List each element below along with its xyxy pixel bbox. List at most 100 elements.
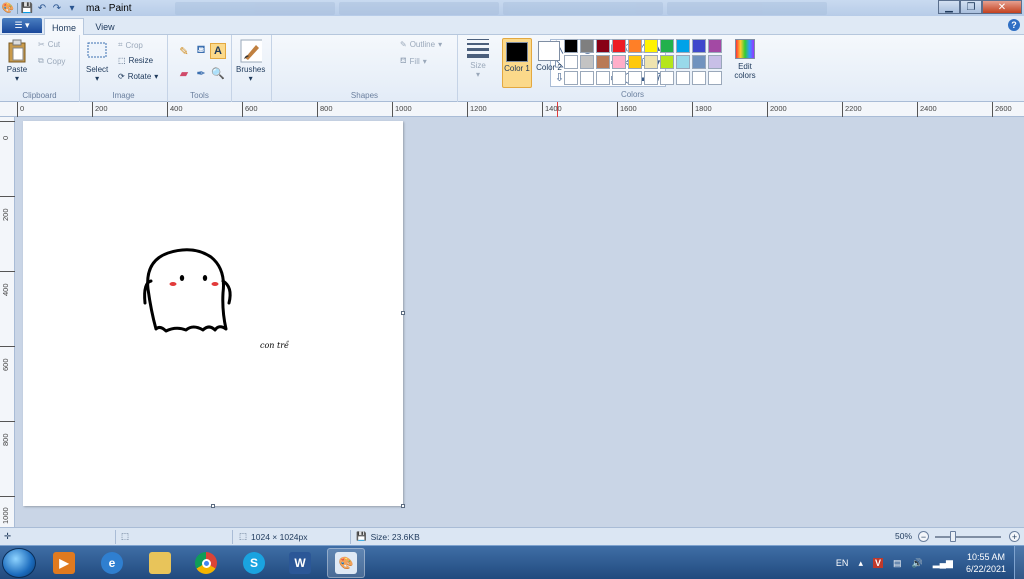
palette-color-swatch[interactable] — [676, 71, 690, 85]
palette-color-swatch[interactable] — [596, 55, 610, 69]
antivirus-icon[interactable]: V — [872, 558, 883, 568]
start-button[interactable] — [2, 548, 36, 578]
palette-color-swatch[interactable] — [564, 39, 578, 53]
palette-color-swatch[interactable] — [660, 55, 674, 69]
color2-button[interactable]: Color 2 — [534, 38, 564, 88]
palette-color-swatch[interactable] — [628, 71, 642, 85]
zoom-in-icon[interactable]: + — [1009, 531, 1020, 542]
palette-color-swatch[interactable] — [676, 55, 690, 69]
palette-color-swatch[interactable] — [580, 71, 594, 85]
clock[interactable]: 10:55 AM 6/22/2021 — [966, 551, 1006, 575]
chevron-down-icon: ▾ — [154, 72, 159, 81]
palette-color-swatch[interactable] — [692, 55, 706, 69]
file-menu-button[interactable]: ☰ ▾ — [2, 18, 42, 33]
color-picker-icon[interactable]: ✒ — [193, 65, 209, 81]
palette-color-swatch[interactable] — [660, 39, 674, 53]
show-desktop-button[interactable] — [1014, 546, 1024, 579]
language-indicator[interactable]: EN — [836, 558, 849, 568]
maximize-button[interactable]: ❐ — [960, 0, 982, 14]
ruler-label: 800 — [1, 433, 10, 446]
palette-color-swatch[interactable] — [708, 71, 722, 85]
resize-handle-bottom[interactable] — [211, 504, 215, 508]
help-icon[interactable]: ? — [1008, 19, 1020, 31]
customize-qat-icon[interactable]: ▾ — [66, 2, 78, 14]
save-icon[interactable]: 💾 — [21, 2, 33, 14]
palette-color-swatch[interactable] — [708, 39, 722, 53]
pencil-icon[interactable]: ✎ — [176, 43, 192, 59]
outline-button[interactable]: ✎ Outline ▾ — [400, 40, 442, 49]
palette-color-swatch[interactable] — [644, 39, 658, 53]
close-button[interactable]: ✕ — [982, 0, 1022, 14]
resize-handle-right[interactable] — [401, 311, 405, 315]
palette-color-swatch[interactable] — [580, 39, 594, 53]
zoom-out-icon[interactable]: − — [918, 531, 929, 542]
edit-colors-button[interactable]: Edit colors — [730, 39, 760, 80]
drawing-canvas[interactable]: con trề — [23, 121, 405, 508]
palette-color-swatch[interactable] — [692, 39, 706, 53]
window-title: ma - Paint — [86, 2, 132, 14]
palette-color-swatch[interactable] — [612, 71, 626, 85]
palette-color-swatch[interactable] — [644, 71, 658, 85]
internet-explorer-icon: e — [101, 552, 123, 574]
undo-icon[interactable]: ↶ — [36, 2, 48, 14]
fill-bucket-icon[interactable]: ⛾ — [193, 43, 209, 59]
taskbar-word[interactable]: W — [281, 548, 319, 578]
signal-icon[interactable]: ▂▄▆ — [933, 558, 953, 569]
zoom-slider[interactable] — [935, 536, 1001, 538]
taskbar-media-player[interactable]: ▶ — [45, 548, 83, 578]
eraser-icon[interactable]: ▰ — [176, 65, 192, 81]
palette-color-swatch[interactable] — [628, 39, 642, 53]
window-controls: ▁ ❐ ✕ — [938, 0, 1022, 14]
taskbar-chrome[interactable] — [187, 548, 225, 578]
rotate-button[interactable]: ⟳ Rotate ▾ — [118, 72, 158, 81]
resize-handle-corner[interactable] — [401, 504, 405, 508]
resize-button[interactable]: ⬚ Resize — [118, 56, 153, 65]
palette-color-swatch[interactable] — [612, 55, 626, 69]
ruler-tick — [0, 346, 15, 347]
palette-color-swatch[interactable] — [596, 71, 610, 85]
crop-button[interactable]: ⌗ Crop — [118, 40, 143, 50]
tab-view[interactable]: View — [86, 18, 124, 36]
color1-button[interactable]: Color 1 — [502, 38, 532, 88]
media-player-icon: ▶ — [53, 552, 75, 574]
palette-color-swatch[interactable] — [580, 55, 594, 69]
clock-time: 10:55 AM — [966, 552, 1005, 562]
brushes-button[interactable]: Brushes ▾ — [236, 39, 265, 83]
network-icon[interactable]: ▤ — [893, 558, 902, 569]
redo-icon[interactable]: ↷ — [51, 2, 63, 14]
palette-color-swatch[interactable] — [660, 71, 674, 85]
palette-color-swatch[interactable] — [612, 39, 626, 53]
divider — [17, 2, 18, 14]
palette-color-swatch[interactable] — [692, 71, 706, 85]
fill-button[interactable]: ⛾ Fill ▾ — [400, 56, 427, 66]
palette-color-swatch[interactable] — [564, 71, 578, 85]
palette-color-swatch[interactable] — [628, 55, 642, 69]
show-hidden-icons-icon[interactable]: ▴ — [858, 558, 863, 569]
taskbar-internet-explorer[interactable]: e — [93, 548, 131, 578]
paste-icon — [6, 39, 28, 63]
taskbar-paint[interactable]: 🎨 — [327, 548, 365, 578]
paint-app-icon[interactable]: 🎨 — [2, 2, 14, 14]
palette-color-swatch[interactable] — [676, 39, 690, 53]
palette-color-swatch[interactable] — [596, 39, 610, 53]
text-tool-icon[interactable]: A — [210, 43, 226, 59]
ruler-tick — [0, 196, 15, 197]
clipboard-group: Paste ▾ ✂ Cut ⧉ Copy Clipboard — [0, 35, 80, 102]
magnifier-icon[interactable]: 🔍 — [210, 65, 226, 81]
size-button[interactable]: Size ▾ — [465, 39, 491, 85]
taskbar-skype[interactable]: S — [235, 548, 273, 578]
palette-color-swatch[interactable] — [564, 55, 578, 69]
taskbar-file-explorer[interactable] — [141, 548, 179, 578]
copy-button[interactable]: ⧉ Copy — [38, 56, 65, 66]
palette-color-swatch[interactable] — [708, 55, 722, 69]
minimize-button[interactable]: ▁ — [938, 0, 960, 14]
canvas-workspace[interactable]: con trề — [15, 117, 1024, 527]
paste-button[interactable]: Paste ▾ — [6, 39, 28, 83]
select-button[interactable]: Select ▾ — [86, 39, 108, 83]
scissors-icon: ✂ — [38, 40, 45, 49]
palette-color-swatch[interactable] — [644, 55, 658, 69]
tab-home[interactable]: Home — [44, 18, 84, 36]
volume-icon[interactable]: 🔊 — [912, 558, 923, 569]
cut-button[interactable]: ✂ Cut — [38, 40, 60, 49]
zoom-slider-thumb[interactable] — [950, 531, 956, 542]
